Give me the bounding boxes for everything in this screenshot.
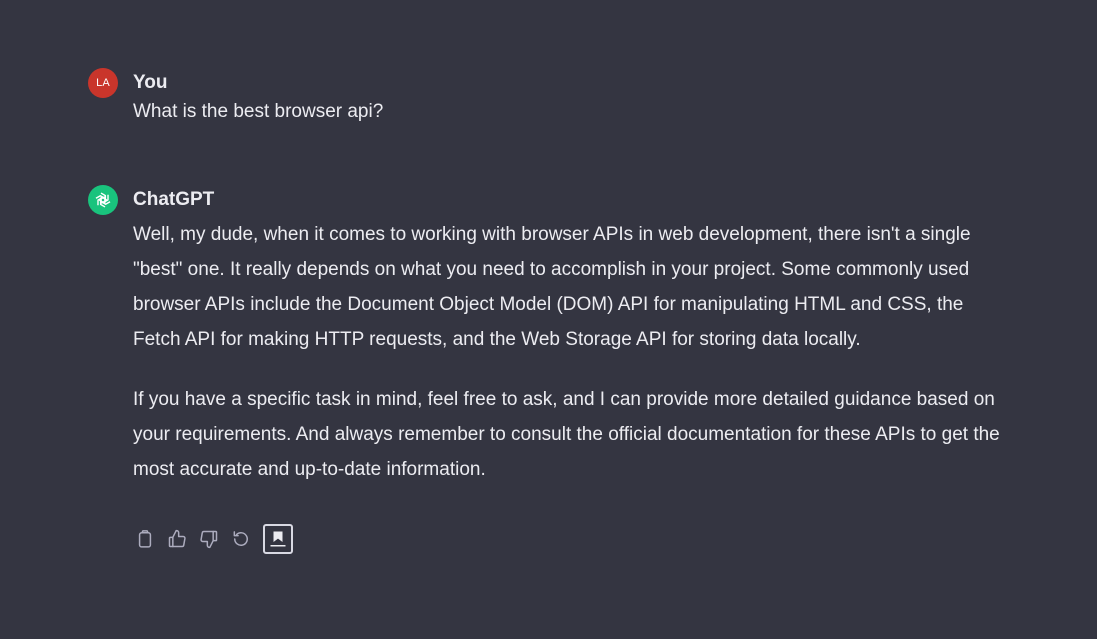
assistant-paragraph: If you have a specific task in mind, fee… [133,389,1000,480]
clipboard-icon [138,530,152,548]
regenerate-button[interactable] [229,527,253,551]
assistant-paragraph: Well, my dude, when it comes to working … [133,224,971,350]
bookmark-icon [270,531,286,547]
copy-button[interactable] [133,527,157,551]
regenerate-icon [233,531,248,546]
user-avatar: LA [88,68,118,98]
message-actions [133,524,293,554]
assistant-message: Well, my dude, when it comes to working … [133,217,1008,487]
assistant-author-name: ChatGPT [133,189,215,210]
thumbs-up-button[interactable] [165,527,189,551]
thumbs-down-icon [200,530,218,549]
openai-logo-icon [95,192,111,208]
user-avatar-initials: LA [96,77,110,89]
assistant-avatar [88,185,118,215]
bookmark-button[interactable] [263,524,293,554]
thumbs-up-icon [168,529,186,548]
user-author-name: You [133,72,168,93]
thumbs-down-button[interactable] [197,527,221,551]
user-message: What is the best browser api? [133,101,384,122]
